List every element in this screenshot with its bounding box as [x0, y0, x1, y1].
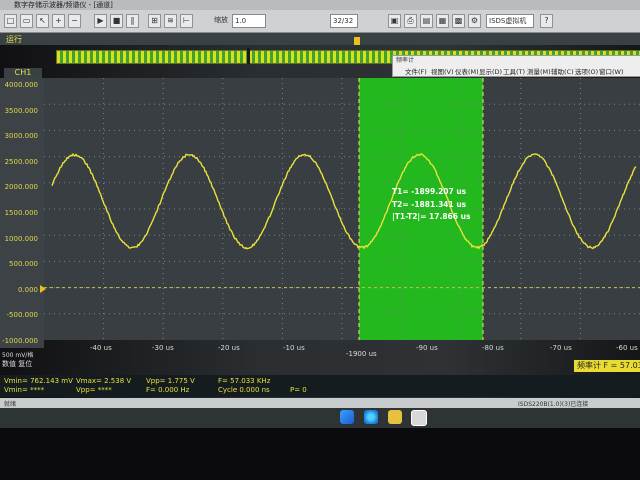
grid-icon[interactable]: ▩: [452, 14, 465, 28]
menu-item[interactable]: 选项(O): [575, 66, 598, 76]
measure-vmin-2: Vmin= ****: [4, 386, 44, 394]
settings-icon[interactable]: ⚙: [468, 14, 481, 28]
title-bar: 数字存储示波器/频谱仪 - [通道]: [0, 0, 640, 10]
y-tick-label: 4000.000: [1, 81, 38, 89]
run-status-bar: 运行: [0, 33, 640, 45]
cursor-tool-icon[interactable]: ⊢: [180, 14, 193, 28]
measure-vpp: Vpp= 1.775 V: [146, 377, 195, 385]
y-tick-label: 3000.000: [1, 132, 38, 140]
save-icon[interactable]: ▤: [420, 14, 433, 28]
status-bar: 就绪 ISDS220B(1.0)(3)已连接: [0, 398, 640, 408]
x-tick-label: -10 us: [283, 344, 305, 352]
run-icon[interactable]: ▶: [94, 14, 107, 28]
print-icon[interactable]: ⎙: [404, 14, 417, 28]
menu-item[interactable]: 视图(V): [431, 66, 454, 76]
measure-icon[interactable]: ⊞: [148, 14, 161, 28]
measure-cycle: Cycle 0.000 ns: [218, 386, 270, 394]
cursor-delta: |T1-T2|= 17.866 us: [392, 211, 470, 224]
measure-vpp-2: Vpp= ****: [76, 386, 112, 394]
y-tick-label: -1000.000: [1, 337, 38, 345]
measure-frequency: F= 57.033 KHz: [218, 377, 270, 385]
file-explorer-icon[interactable]: [388, 410, 402, 424]
desktop-area: [0, 408, 640, 428]
y-tick-label: 2000.000: [1, 183, 38, 191]
menu-item[interactable]: 文件(F): [405, 66, 427, 76]
zoom-input[interactable]: 1.0: [232, 14, 266, 28]
overview-window-indicator[interactable]: [247, 48, 250, 64]
run-status: 运行: [6, 34, 22, 45]
window-title: 数字存储示波器/频谱仪 - [通道]: [14, 0, 113, 10]
help-icon[interactable]: ?: [540, 14, 553, 28]
menu-item[interactable]: 窗口(W): [599, 66, 624, 76]
waveform-svg[interactable]: [44, 78, 640, 340]
oscilloscope-screen: 数字存储示波器/频谱仪 - [通道] □ ▭ ↖ + − ▶ ■ ∥ ⊞ ≋ ⊢…: [0, 0, 640, 480]
menu-item[interactable]: 测量(M): [527, 66, 551, 76]
y-tick-label: 3500.000: [1, 107, 38, 115]
ch1-waveform: [52, 154, 636, 249]
stop-icon[interactable]: ■: [110, 14, 123, 28]
y-axis: 4000.000 3500.000 3000.000 2500.000 2000.000…: [0, 78, 44, 348]
status-right: ISDS220B(1.0)(3)已连接: [518, 399, 588, 408]
measure-vmin: Vmin= 762.143 mV: [4, 377, 73, 385]
window-icon[interactable]: ▦: [436, 14, 449, 28]
cursor-readout: T1= -1899.207 us T2= -1881.341 us |T1-T2…: [392, 186, 470, 224]
measure-p: P= 0: [290, 386, 307, 394]
y-tick-label: 1500.000: [1, 209, 38, 217]
menu-item[interactable]: 辅助(C): [551, 66, 574, 76]
time-field[interactable]: 32/32: [330, 14, 358, 28]
frequency-counter-title: 频率计: [393, 56, 640, 65]
status-left: 就绪: [4, 399, 16, 408]
taskbar-bezel: [0, 428, 640, 480]
trigger-position-marker[interactable]: [354, 37, 360, 45]
zoom-in-icon[interactable]: +: [52, 14, 65, 28]
zoom-out-icon[interactable]: −: [68, 14, 81, 28]
x-tick-label: -20 us: [218, 344, 240, 352]
measurement-panel: Vmin= 762.143 mV Vmax= 2.538 V Vpp= 1.77…: [0, 375, 640, 397]
cursor-t2: T2= -1881.341 us: [392, 199, 470, 212]
y-tick-label: -500.000: [1, 311, 38, 319]
windows-start-icon[interactable]: [340, 410, 354, 424]
menu-item[interactable]: 工具(T): [503, 66, 525, 76]
cursor-t1: T1= -1899.207 us: [392, 186, 470, 199]
open-icon[interactable]: ▭: [20, 14, 33, 28]
menu-item[interactable]: 显示(D): [479, 66, 502, 76]
waveform-plot[interactable]: [44, 78, 640, 340]
y-tick-label: 500.000: [1, 260, 38, 268]
x-tick-label: -30 us: [152, 344, 174, 352]
frequency-counter-readout: 频率计 F = 57.0336: [574, 360, 640, 372]
channel-tools[interactable]: 数值 复位: [2, 359, 32, 369]
screenshot-icon[interactable]: ▣: [388, 14, 401, 28]
oscilloscope-app-icon[interactable]: [411, 410, 427, 426]
y-tick-label: 1000.000: [1, 235, 38, 243]
y-tick-label: 0.000: [1, 286, 38, 294]
channel-label: CH1: [4, 68, 42, 78]
cursor-icon[interactable]: ↖: [36, 14, 49, 28]
y-tick-label: 2500.000: [1, 158, 38, 166]
browser-icon[interactable]: [364, 410, 378, 424]
toolbar: □ ▭ ↖ + − ▶ ■ ∥ ⊞ ≋ ⊢ 缩放 1.0 32/32 ▣ ⎙ ▤…: [0, 10, 640, 33]
zoom-label: 缩放: [214, 15, 228, 25]
new-icon[interactable]: □: [4, 14, 17, 28]
menu-bar: 文件(F) 视图(V) 仪表(M) 显示(D) 工具(T) 测量(M) 辅助(C) 选项(O)…: [393, 65, 640, 76]
channel-scale: 500 mV/格: [2, 350, 33, 359]
measure-frequency-2: F= 0.000 Hz: [146, 386, 189, 394]
x-tick-label: -60 us: [616, 344, 638, 352]
zero-level-marker[interactable]: [40, 285, 46, 293]
x-center-label: -1900 us: [346, 350, 377, 358]
menu-item[interactable]: 仪表(M): [455, 66, 479, 76]
x-tick-label: -90 us: [416, 344, 438, 352]
measure-vmax: Vmax= 2.538 V: [76, 377, 131, 385]
x-tick-label: -40 us: [90, 344, 112, 352]
x-tick-label: -80 us: [482, 344, 504, 352]
fft-icon[interactable]: ≋: [164, 14, 177, 28]
x-tick-label: -70 us: [550, 344, 572, 352]
single-icon[interactable]: ∥: [126, 14, 139, 28]
frequency-counter-window: 频率计 文件(F) 视图(V) 仪表(M) 显示(D) 工具(T) 测量(M) 辅助(C) 选…: [392, 55, 640, 77]
device-button[interactable]: ISDS虚拟机: [486, 14, 534, 28]
